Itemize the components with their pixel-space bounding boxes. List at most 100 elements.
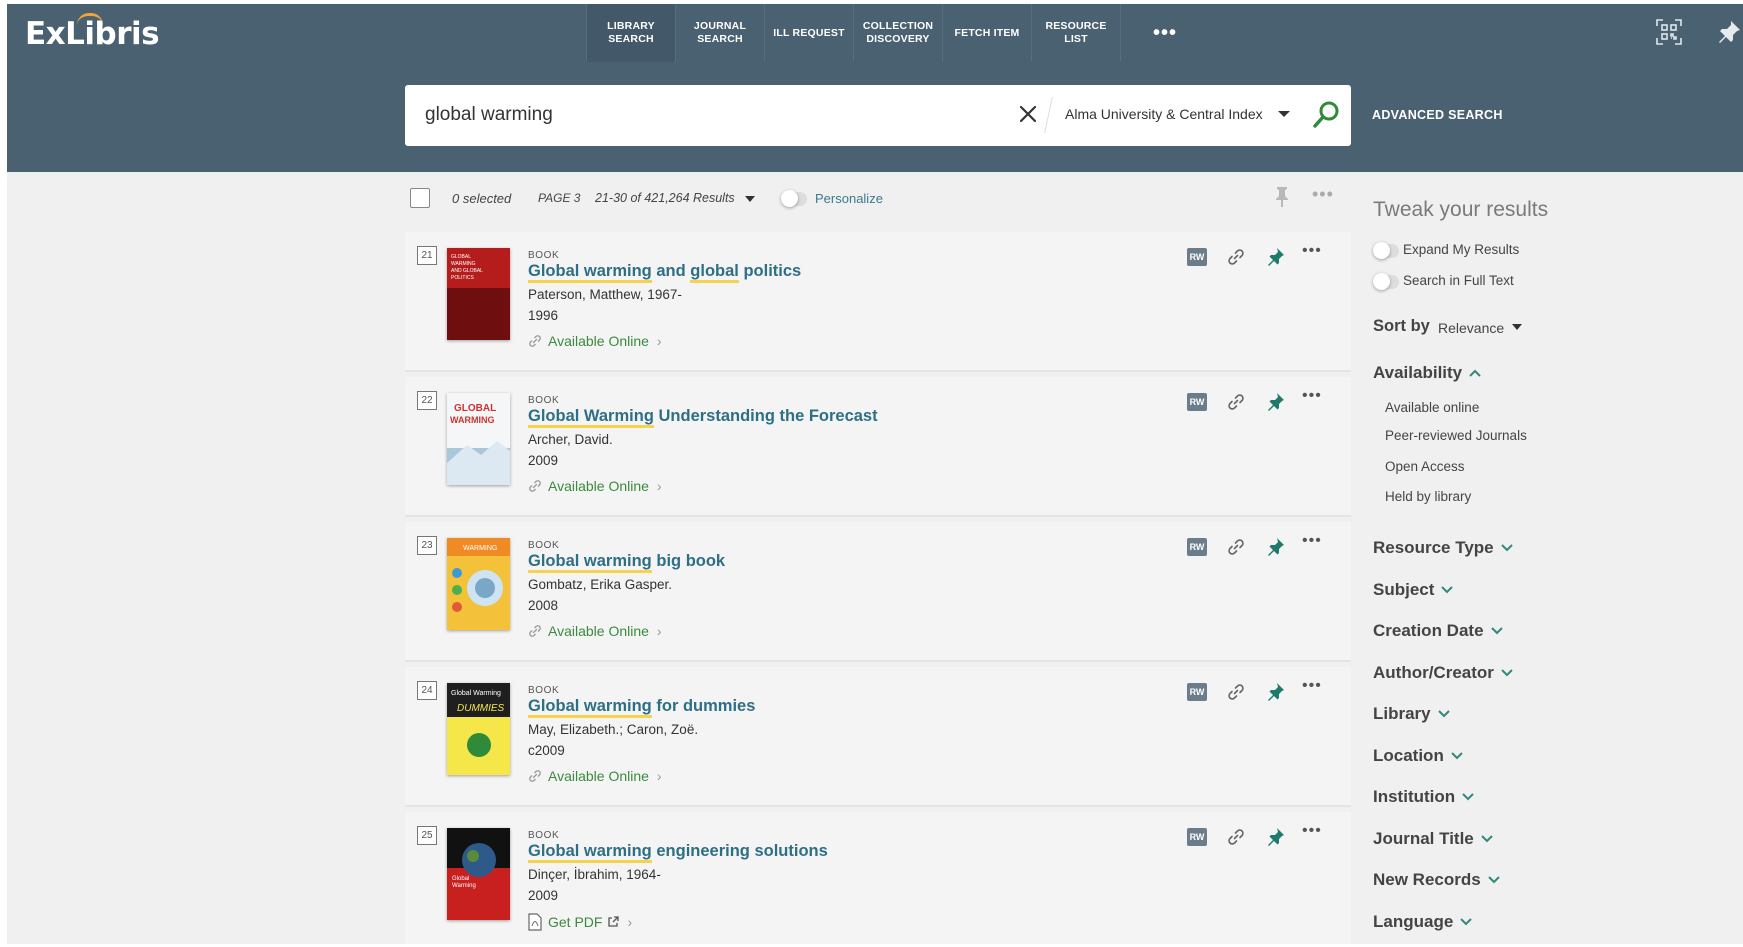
facet-institution[interactable]: Institution xyxy=(1373,787,1474,807)
more-options-button[interactable]: ••• xyxy=(1312,184,1334,205)
permalink-icon[interactable] xyxy=(1227,393,1245,411)
nav-library-search[interactable]: LIBRARY SEARCH xyxy=(586,4,675,62)
results-toolbar: 0 selected PAGE 3 21-30 of 421,264 Resul… xyxy=(405,172,1351,222)
full-text-label[interactable]: Search in Full Text xyxy=(1403,273,1514,288)
facet-option[interactable]: Peer-reviewed Journals xyxy=(1385,428,1527,443)
nav-more-button[interactable]: ••• xyxy=(1120,4,1209,62)
chevron-down-icon[interactable] xyxy=(1512,324,1522,330)
qr-code-icon[interactable] xyxy=(1656,19,1682,45)
book-cover-image[interactable]: Global Warming xyxy=(447,828,510,920)
permalink-icon[interactable] xyxy=(1227,683,1245,701)
refworks-button[interactable]: RW xyxy=(1187,538,1207,556)
result-item[interactable]: 25 Global Warming BOOK Global warming engine… xyxy=(405,812,1351,944)
full-text-toggle[interactable] xyxy=(1373,273,1399,290)
nav-fetch-item[interactable]: FETCH ITEM xyxy=(942,4,1031,62)
sort-by-select[interactable]: Relevance xyxy=(1438,320,1504,336)
available-online-link[interactable]: Available Online › xyxy=(528,478,662,494)
facet-option[interactable]: Open Access xyxy=(1385,459,1465,474)
facet-author-creator[interactable]: Author/Creator xyxy=(1373,663,1513,683)
facet-creation-date[interactable]: Creation Date xyxy=(1373,621,1503,641)
facet-option[interactable]: Available online xyxy=(1385,400,1479,415)
pin-icon[interactable] xyxy=(1267,537,1285,557)
search-scope-select[interactable]: Alma University & Central Index xyxy=(1065,106,1263,122)
facet-language[interactable]: Language xyxy=(1373,912,1473,932)
pin-icon[interactable] xyxy=(1267,682,1285,702)
expand-results-label[interactable]: Expand My Results xyxy=(1403,242,1519,257)
resource-type: BOOK xyxy=(528,830,560,841)
refworks-button[interactable]: RW xyxy=(1187,393,1207,411)
advanced-search-link[interactable]: ADVANCED SEARCH xyxy=(1372,108,1503,122)
facet-new-records[interactable]: New Records xyxy=(1373,870,1500,890)
close-icon[interactable] xyxy=(1017,103,1039,125)
result-item[interactable]: 23 WARMING BOOK Global warming big book Gomb… xyxy=(405,522,1351,662)
facet-availability[interactable]: Availability xyxy=(1373,363,1481,383)
search-input[interactable] xyxy=(425,100,985,130)
svg-text:Global: Global xyxy=(452,876,469,882)
book-cover-image[interactable]: WARMING xyxy=(447,538,510,630)
nav-journal-search[interactable]: JOURNAL SEARCH xyxy=(675,4,764,62)
more-actions-button[interactable]: ••• xyxy=(1302,822,1322,840)
available-online-link[interactable]: Available Online › xyxy=(528,333,662,349)
available-online-link[interactable]: Available Online › xyxy=(528,768,662,784)
result-title[interactable]: Global warming and global politics xyxy=(528,262,801,283)
pin-icon[interactable] xyxy=(1715,18,1743,46)
access-label: Available Online xyxy=(548,768,649,784)
facet-subject[interactable]: Subject xyxy=(1373,580,1454,600)
result-number[interactable]: 24 xyxy=(417,681,437,700)
nav-collection-discovery[interactable]: COLLECTION DISCOVERY xyxy=(853,4,942,62)
permalink-icon[interactable] xyxy=(1227,828,1245,846)
pin-icon[interactable] xyxy=(1267,827,1285,847)
chevron-down-icon xyxy=(1481,834,1493,842)
permalink-icon[interactable] xyxy=(1227,248,1245,266)
refworks-button[interactable]: RW xyxy=(1187,248,1207,266)
facet-option[interactable]: Held by library xyxy=(1385,489,1471,504)
facet-library[interactable]: Library xyxy=(1373,704,1450,724)
available-online-link[interactable]: Available Online › xyxy=(528,623,662,639)
chevron-down-icon[interactable] xyxy=(745,196,755,202)
svg-text:GLOBAL: GLOBAL xyxy=(454,403,496,414)
personalize-link[interactable]: Personalize xyxy=(815,191,883,206)
logo[interactable]: ExLibris xyxy=(25,13,160,52)
more-actions-button[interactable]: ••• xyxy=(1302,242,1322,260)
result-title[interactable]: Global warming engineering solutions xyxy=(528,842,828,863)
svg-text:Global Warming: Global Warming xyxy=(451,690,501,697)
chevron-right-icon: › xyxy=(656,478,662,494)
results-count[interactable]: 21-30 of 421,264 Results xyxy=(595,191,735,205)
book-cover-image[interactable]: GLOBAL WARMING AND GLOBAL POLITICS xyxy=(447,248,510,340)
result-title[interactable]: Global Warming Understanding the Forecas… xyxy=(528,407,878,428)
facet-journal-title[interactable]: Journal Title xyxy=(1373,829,1493,849)
facet-location[interactable]: Location xyxy=(1373,746,1463,766)
result-title[interactable]: Global warming big book xyxy=(528,552,725,573)
result-item[interactable]: 22 GLOBAL WARMING BOOK Global Warming Unders… xyxy=(405,377,1351,517)
more-actions-button[interactable]: ••• xyxy=(1302,677,1322,695)
nav-ill-request[interactable]: ILL REQUEST xyxy=(764,4,853,62)
pin-icon[interactable] xyxy=(1273,186,1291,208)
pin-icon[interactable] xyxy=(1267,392,1285,412)
result-number[interactable]: 23 xyxy=(417,536,437,555)
book-cover-image[interactable]: Global Warming DUMMIES xyxy=(447,683,510,775)
result-item[interactable]: 24 Global Warming DUMMIES BOOK Global warmin… xyxy=(405,667,1351,807)
nav-resource-list[interactable]: RESOURCE LIST xyxy=(1031,4,1120,62)
select-all-checkbox[interactable] xyxy=(410,188,430,208)
chevron-down-icon[interactable] xyxy=(1278,111,1290,117)
facet-resource-type[interactable]: Resource Type xyxy=(1373,538,1513,558)
book-cover-image[interactable]: GLOBAL WARMING xyxy=(447,393,510,485)
link-icon xyxy=(528,624,542,638)
more-actions-button[interactable]: ••• xyxy=(1302,387,1322,405)
more-actions-button[interactable]: ••• xyxy=(1302,532,1322,550)
result-number[interactable]: 25 xyxy=(417,826,437,845)
facet-label: Location xyxy=(1373,745,1444,765)
refworks-button[interactable]: RW xyxy=(1187,828,1207,846)
refworks-button[interactable]: RW xyxy=(1187,683,1207,701)
search-icon[interactable] xyxy=(1310,99,1342,131)
result-number[interactable]: 22 xyxy=(417,391,437,410)
expand-results-toggle[interactable] xyxy=(1373,242,1399,259)
get-pdf-link[interactable]: Get PDF › xyxy=(528,913,632,931)
result-title[interactable]: Global warming for dummies xyxy=(528,697,755,718)
pin-icon[interactable] xyxy=(1267,247,1285,267)
result-item[interactable]: 21 GLOBAL WARMING AND GLOBAL POLITICS BOOK Glo… xyxy=(405,232,1351,372)
permalink-icon[interactable] xyxy=(1227,538,1245,556)
result-number[interactable]: 21 xyxy=(417,246,437,265)
personalize-toggle[interactable] xyxy=(781,190,807,207)
title-highlight: Global warming xyxy=(528,262,652,283)
